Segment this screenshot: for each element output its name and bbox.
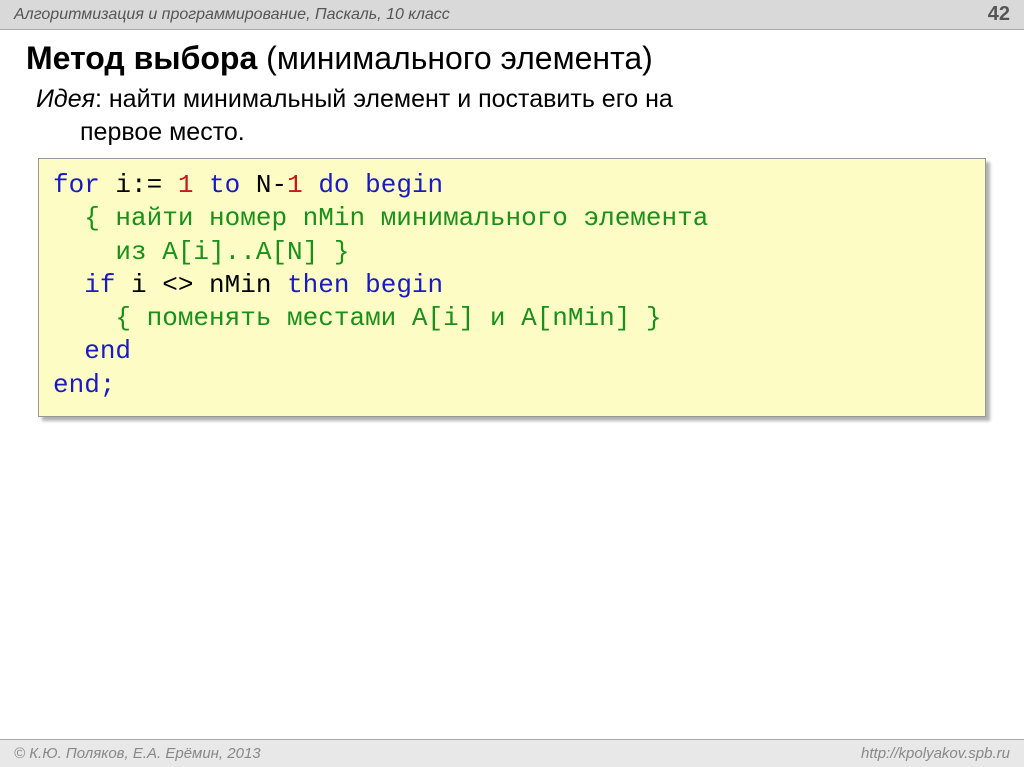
idea-text-2: первое место. (36, 116, 988, 149)
keyword-begin: begin (365, 270, 443, 300)
content-area: Идея: найти минимальный элемент и постав… (0, 83, 1024, 417)
idea-label: Идея (36, 85, 95, 113)
keyword-begin: begin (365, 170, 443, 200)
keyword-end: end (84, 336, 131, 366)
footer-bar: © К.Ю. Поляков, Е.А. Ерёмин, 2013 http:/… (0, 739, 1024, 767)
title-rest: (минимального элемента) (257, 40, 653, 76)
number-literal: 1 (287, 170, 303, 200)
code-comment: { найти номер nMin минимального элемента (84, 203, 708, 233)
code-block: for i:= 1 to N-1 do begin { найти номер … (38, 158, 986, 417)
code-comment: из A[i]..A[N] } (115, 237, 349, 267)
keyword-to: to (209, 170, 240, 200)
idea-text-1: : найти минимальный элемент и поставить … (95, 85, 673, 113)
keyword-do: do (318, 170, 349, 200)
code-space (193, 170, 209, 200)
footer-copyright: © К.Ю. Поляков, Е.А. Ерёмин, 2013 (14, 745, 261, 762)
code-text: i <> nMin (115, 270, 287, 300)
code-space (350, 270, 366, 300)
keyword-if: if (84, 270, 115, 300)
slide-title: Метод выбора (минимального элемента) (0, 30, 1024, 83)
idea-paragraph: Идея: найти минимальный элемент и постав… (36, 83, 988, 148)
title-bold: Метод выбора (26, 40, 257, 76)
code-text: N- (240, 170, 287, 200)
page-number: 42 (988, 3, 1010, 26)
footer-url: http://kpolyakov.spb.ru (861, 745, 1010, 762)
header-title: Алгоритмизация и программирование, Паска… (14, 6, 450, 24)
code-text: i:= (100, 170, 162, 200)
code-space (350, 170, 366, 200)
header-bar: Алгоритмизация и программирование, Паска… (0, 0, 1024, 30)
keyword-then: then (287, 270, 349, 300)
keyword-end-semi: end; (53, 370, 115, 400)
number-literal: 1 (162, 170, 193, 200)
code-space (303, 170, 319, 200)
code-comment: { поменять местами A[i] и A[nMin] } (115, 303, 661, 333)
keyword-for: for (53, 170, 100, 200)
